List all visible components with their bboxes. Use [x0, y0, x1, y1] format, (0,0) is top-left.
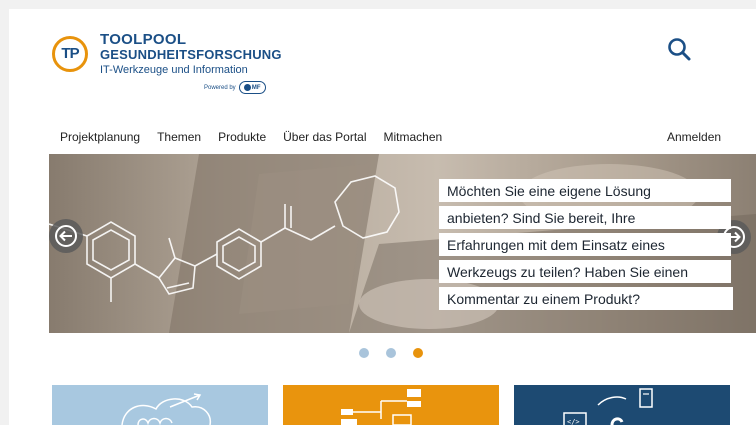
feature-card-3[interactable]: </>: [514, 385, 730, 425]
logo-subtitle: GESUNDHEITSFORSCHUNG: [100, 47, 282, 62]
powered-by: Powered by MF: [100, 81, 266, 94]
logo-mark-text: TP: [61, 45, 79, 62]
search-button[interactable]: [665, 35, 695, 65]
hero-carousel: Möchten Sie eine eigene Lösung anbieten?…: [49, 154, 756, 333]
logo-tagline: IT-Werkzeuge und Information: [100, 64, 248, 76]
carousel-dot-2[interactable]: [386, 348, 396, 358]
feature-card-2[interactable]: [283, 385, 499, 425]
logo-mark: TP: [52, 36, 88, 72]
nav-item-produkte[interactable]: Produkte: [218, 130, 266, 144]
nav-item-themen[interactable]: Themen: [157, 130, 201, 144]
page: TP TOOLPOOL GESUNDHEITSFORSCHUNG IT-Werk…: [9, 9, 756, 425]
svg-text:</>: </>: [567, 418, 580, 425]
caption-line: Erfahrungen mit dem Einsatz eines: [439, 233, 731, 256]
feature-card-1[interactable]: [52, 385, 268, 425]
logo-text: TOOLPOOL GESUNDHEITSFORSCHUNG IT-Werkzeu…: [100, 31, 282, 94]
carousel-dot-3-active[interactable]: [413, 348, 423, 358]
logo-title: TOOLPOOL: [100, 31, 187, 48]
flowchart-icon: [341, 389, 421, 425]
search-icon: [668, 38, 691, 61]
caption-line: anbieten? Sind Sie bereit, Ihre: [439, 206, 731, 229]
code-book-icon: </>: [563, 388, 653, 425]
powered-by-label: Powered by: [204, 84, 236, 91]
nav-item-projektplanung[interactable]: Projektplanung: [60, 130, 140, 144]
carousel-prev-button[interactable]: [49, 219, 83, 253]
carousel-dot-1[interactable]: [359, 348, 369, 358]
nav-item-ueber-das-portal[interactable]: Über das Portal: [283, 130, 366, 144]
login-link[interactable]: Anmelden: [667, 130, 721, 144]
caption-line: Werkzeugs zu teilen? Haben Sie einen: [439, 260, 731, 283]
arrow-left-icon: [55, 225, 77, 247]
carousel-indicators: [359, 348, 440, 358]
tmf-dot: [243, 84, 251, 91]
site-logo[interactable]: TP TOOLPOOL GESUNDHEITSFORSCHUNG IT-Werk…: [52, 31, 282, 94]
nav-item-mitmachen[interactable]: Mitmachen: [384, 130, 443, 144]
tmf-logo[interactable]: MF: [238, 81, 266, 94]
caption-line: Möchten Sie eine eigene Lösung: [439, 179, 731, 202]
caption-line: Kommentar zu einem Produkt?: [439, 287, 733, 310]
hero-caption: Möchten Sie eine eigene Lösung anbieten?…: [439, 179, 733, 314]
tmf-logo-text: MF: [251, 84, 261, 91]
chart-growth-icon: [121, 393, 212, 425]
main-nav: Projektplanung Themen Produkte Über das …: [60, 130, 459, 144]
